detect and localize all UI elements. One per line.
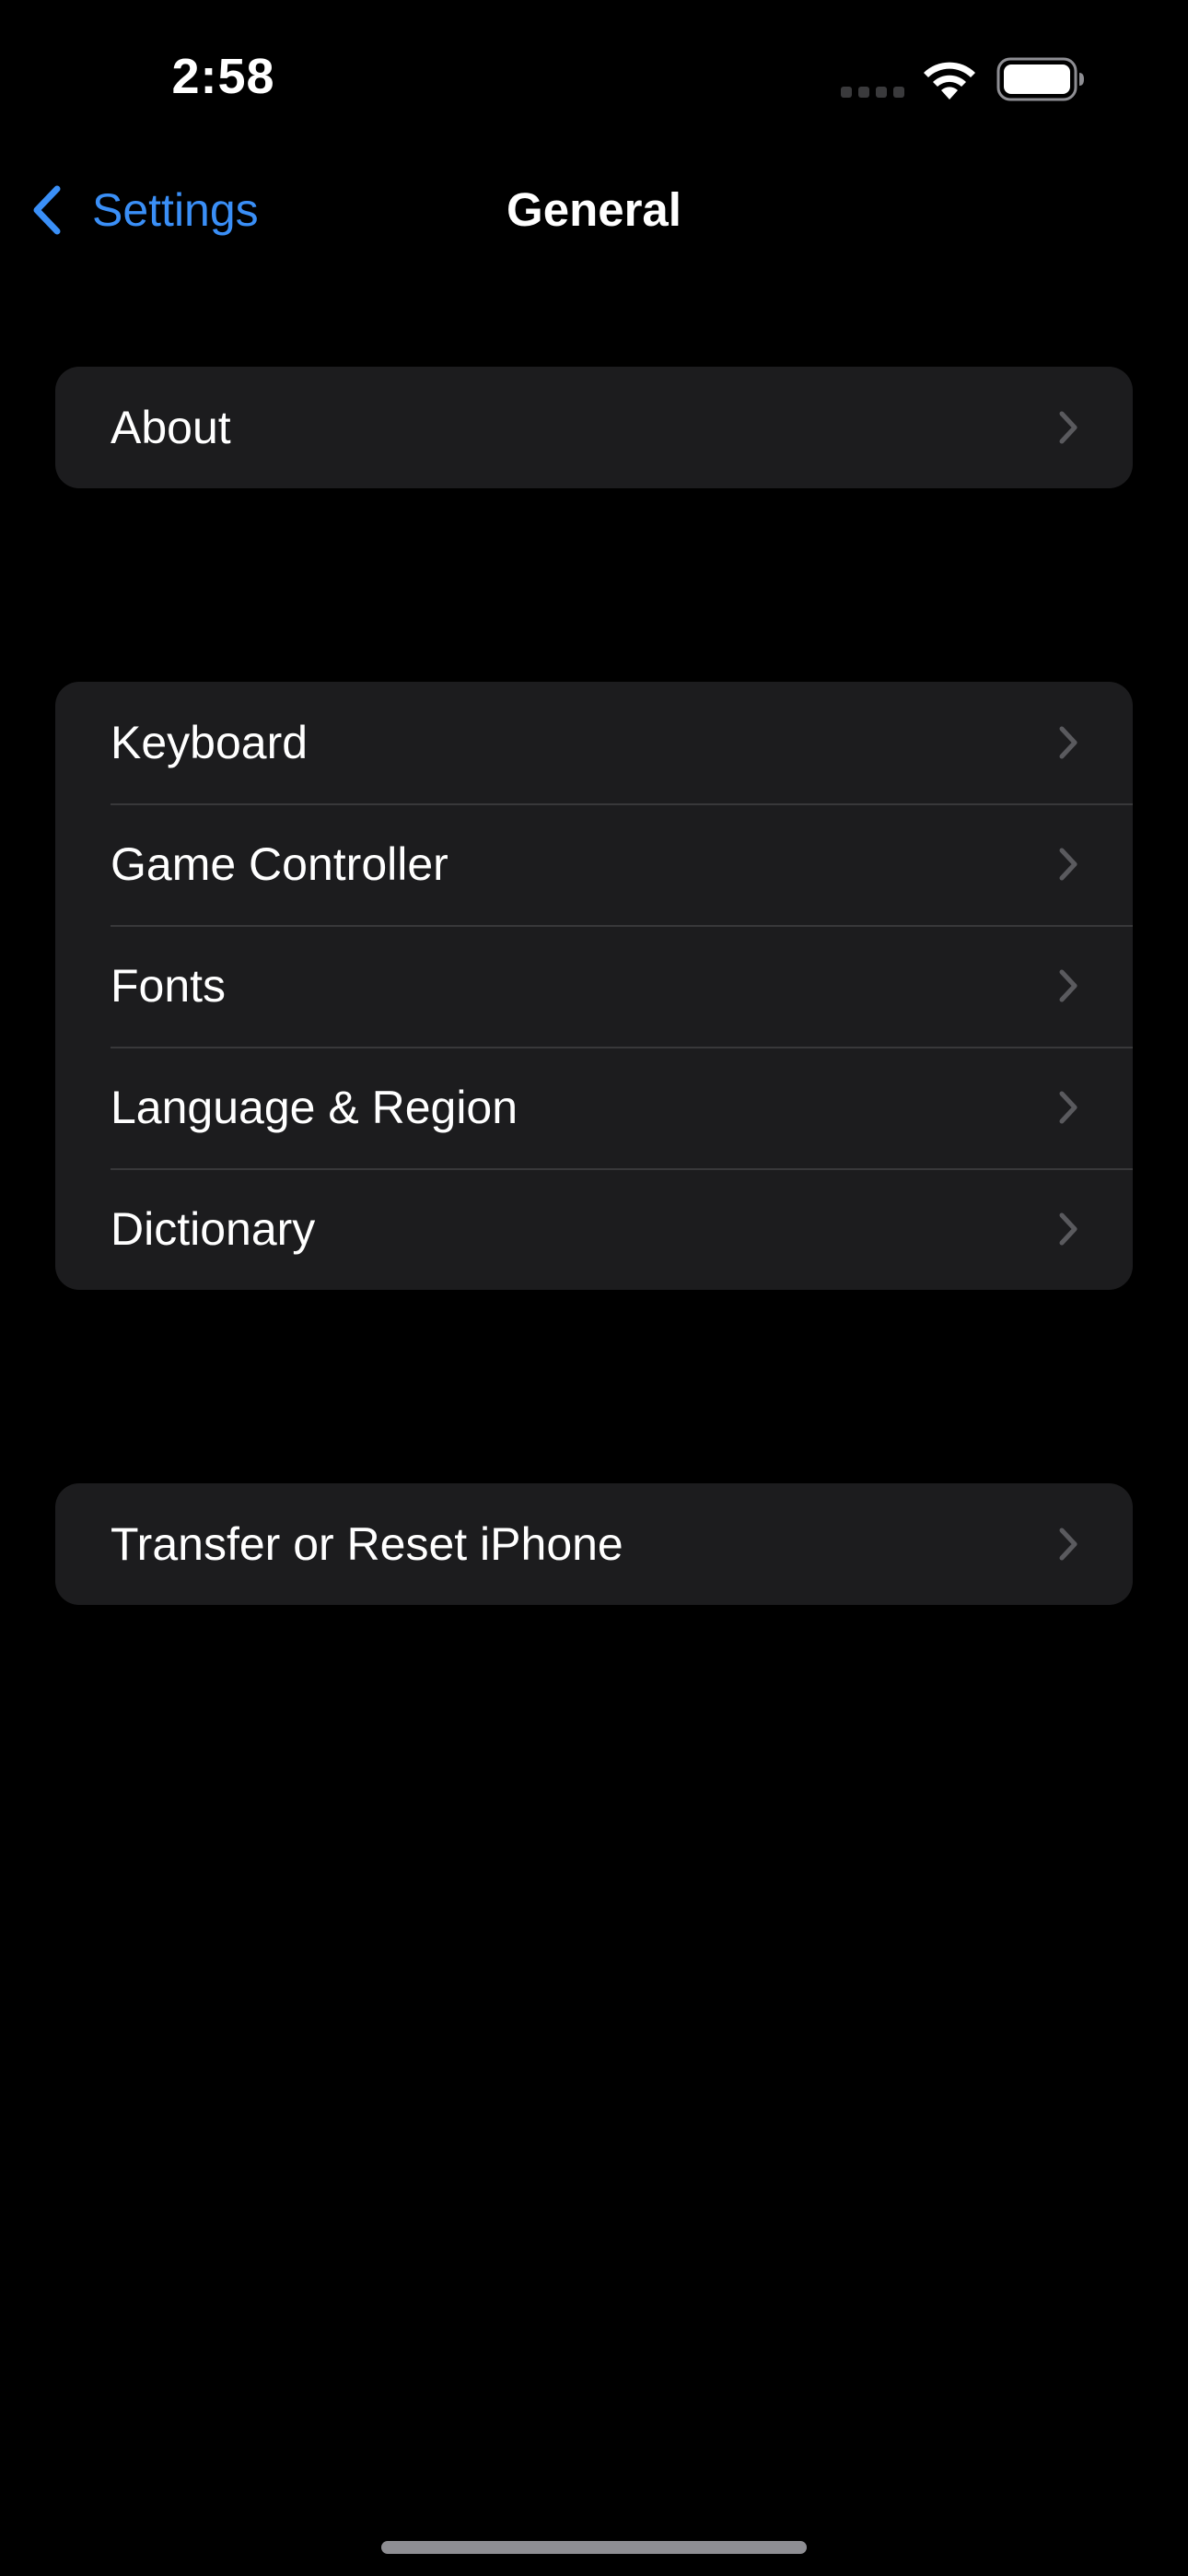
settings-group-input: Keyboard Game Controller Fonts Language …: [55, 682, 1133, 1290]
back-button[interactable]: Settings: [29, 177, 259, 243]
wifi-icon: [924, 62, 975, 100]
chevron-right-icon: [1059, 848, 1077, 881]
page-title: General: [507, 183, 681, 236]
row-label: About: [111, 402, 231, 453]
row-label: Language & Region: [111, 1082, 518, 1133]
chevron-left-icon: [33, 185, 61, 235]
battery-icon: [996, 57, 1084, 101]
chevron-right-icon: [1059, 1091, 1077, 1124]
chevron-right-icon: [1059, 969, 1077, 1002]
settings-group-reset: Transfer or Reset iPhone: [55, 1483, 1133, 1605]
settings-row-fonts[interactable]: Fonts: [55, 925, 1133, 1047]
settings-row-dictionary[interactable]: Dictionary: [55, 1168, 1133, 1290]
chevron-right-icon: [1059, 726, 1077, 759]
row-label: Transfer or Reset iPhone: [111, 1518, 623, 1570]
settings-row-keyboard[interactable]: Keyboard: [55, 682, 1133, 803]
chevron-right-icon: [1059, 1528, 1077, 1561]
navigation-bar: Settings General: [0, 157, 1188, 263]
settings-row-about[interactable]: About: [55, 367, 1133, 488]
settings-row-transfer-reset[interactable]: Transfer or Reset iPhone: [55, 1483, 1133, 1605]
settings-row-language-region[interactable]: Language & Region: [55, 1047, 1133, 1168]
chevron-right-icon: [1059, 1212, 1077, 1246]
cellular-signal-icon: [841, 87, 904, 98]
row-label: Game Controller: [111, 838, 448, 890]
status-time: 2:58: [171, 49, 275, 104]
row-label: Fonts: [111, 960, 227, 1012]
settings-group-about: About: [55, 367, 1133, 488]
row-label: Dictionary: [111, 1203, 316, 1255]
back-button-label: Settings: [92, 184, 259, 236]
status-bar: 2:58: [0, 0, 1188, 157]
home-indicator[interactable]: [381, 2541, 807, 2554]
settings-row-game-controller[interactable]: Game Controller: [55, 803, 1133, 925]
chevron-right-icon: [1059, 411, 1077, 444]
row-label: Keyboard: [111, 717, 309, 768]
